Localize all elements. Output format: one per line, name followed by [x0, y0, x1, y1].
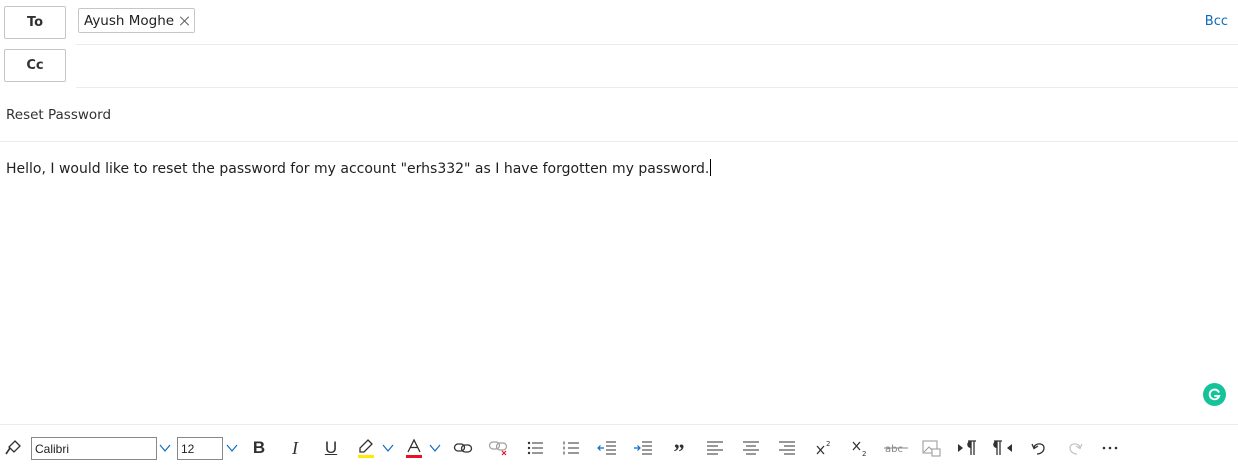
- redo-icon[interactable]: [1065, 435, 1085, 461]
- italic-icon[interactable]: I: [285, 435, 305, 461]
- font-name-chevron-down-icon[interactable]: [158, 442, 172, 454]
- font-color-icon[interactable]: [404, 435, 424, 461]
- strikethrough-icon[interactable]: abc: [884, 435, 908, 461]
- right-to-left-icon[interactable]: [992, 435, 1014, 461]
- cc-input[interactable]: [76, 48, 1236, 86]
- align-right-icon[interactable]: [777, 435, 797, 461]
- message-body[interactable]: Hello, I would like to reset the passwor…: [6, 159, 712, 177]
- more-options-icon[interactable]: [1100, 435, 1120, 461]
- subject-divider: [0, 141, 1238, 142]
- bullets-icon[interactable]: [525, 435, 545, 461]
- increase-indent-icon[interactable]: [632, 435, 654, 461]
- numbering-icon[interactable]: [561, 435, 581, 461]
- highlight-chevron-down-icon[interactable]: [381, 442, 395, 454]
- text-caret: [710, 159, 712, 176]
- bcc-link[interactable]: Bcc: [1205, 14, 1228, 29]
- left-to-right-icon[interactable]: [956, 435, 978, 461]
- font-size-input[interactable]: 12: [177, 437, 223, 460]
- cc-button[interactable]: Cc: [4, 49, 66, 82]
- formatting-toolbar: Calibri 12 B I U ” 2 2 abc: [0, 424, 1238, 471]
- recipient-name: Ayush Moghe: [84, 12, 175, 29]
- highlight-icon[interactable]: [356, 435, 376, 461]
- bold-icon[interactable]: B: [249, 435, 269, 461]
- cc-divider: [76, 87, 1238, 88]
- font-size-chevron-down-icon[interactable]: [225, 442, 239, 454]
- underline-icon[interactable]: U: [321, 435, 341, 461]
- format-painter-icon[interactable]: [3, 435, 23, 461]
- recipient-chip[interactable]: Ayush Moghe: [78, 8, 196, 33]
- subject-field[interactable]: Reset Password: [6, 107, 111, 123]
- remove-link-icon[interactable]: [488, 435, 510, 461]
- svg-text:abc: abc: [885, 444, 903, 455]
- subscript-icon[interactable]: 2: [850, 435, 870, 461]
- quote-icon[interactable]: ”: [669, 435, 689, 464]
- align-left-icon[interactable]: [705, 435, 725, 461]
- superscript-icon[interactable]: 2: [814, 435, 834, 461]
- font-color-chevron-down-icon[interactable]: [428, 442, 442, 454]
- remove-recipient-icon[interactable]: [180, 16, 190, 26]
- message-body-text: Hello, I would like to reset the passwor…: [6, 161, 710, 177]
- to-divider: [76, 44, 1238, 45]
- undo-icon[interactable]: [1029, 435, 1049, 461]
- svg-text:2: 2: [826, 440, 830, 448]
- grammarly-icon[interactable]: [1203, 383, 1226, 406]
- align-center-icon[interactable]: [741, 435, 761, 461]
- insert-link-icon[interactable]: [453, 435, 473, 461]
- decrease-indent-icon[interactable]: [596, 435, 618, 461]
- insert-image-icon[interactable]: [921, 435, 941, 461]
- svg-text:2: 2: [862, 450, 866, 457]
- font-name-input[interactable]: Calibri: [31, 437, 157, 460]
- to-button[interactable]: To: [4, 6, 66, 39]
